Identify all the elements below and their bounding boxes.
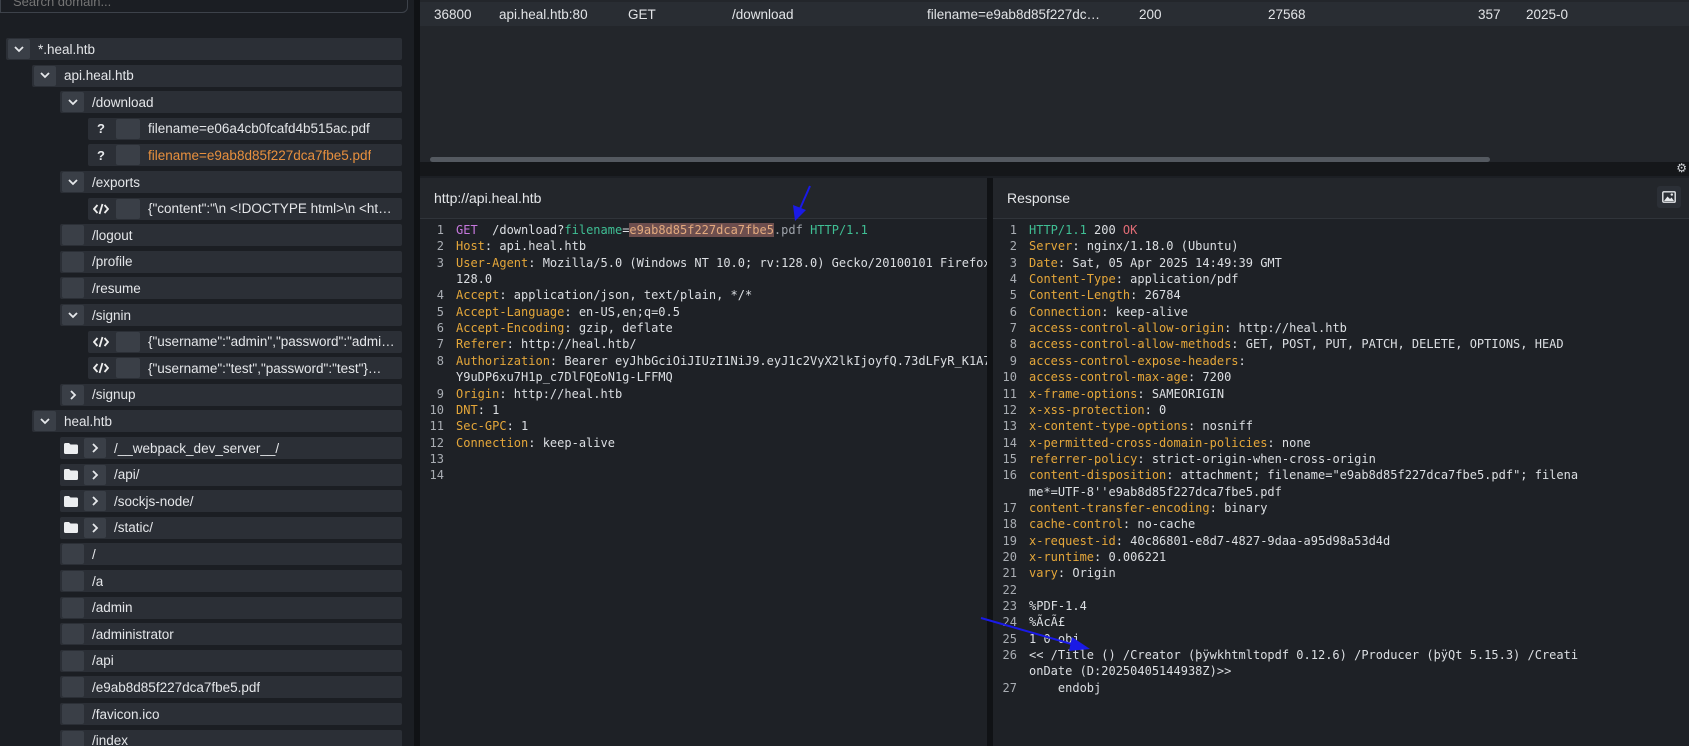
annotation-arrows bbox=[793, 185, 1090, 651]
arrow-shaft-bottom bbox=[980, 617, 1076, 646]
arrow-head-bottom bbox=[1069, 637, 1090, 651]
arrow-shaft-top bbox=[798, 185, 811, 212]
